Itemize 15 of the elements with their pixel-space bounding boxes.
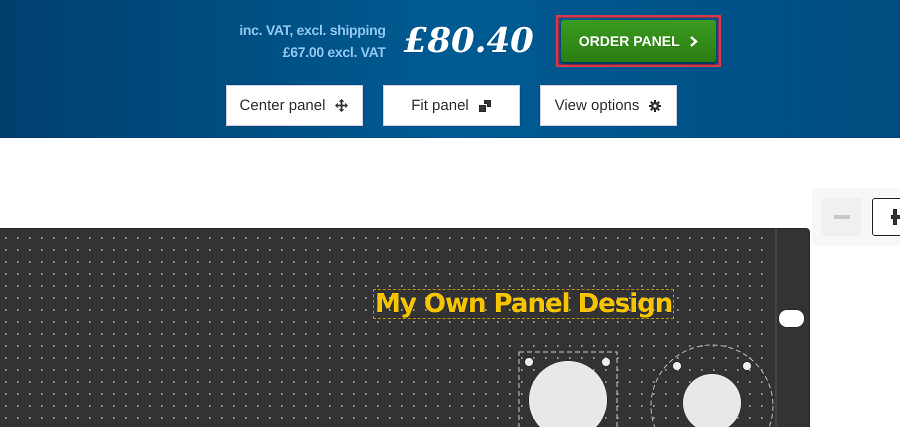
order-button[interactable]: ORDER PANEL	[560, 20, 716, 62]
toolbar-button[interactable]: View options	[540, 85, 676, 126]
toolbar-button[interactable]: Center panel	[226, 85, 362, 126]
plus-icon	[891, 209, 900, 225]
chevron-icon	[690, 36, 698, 46]
minus-icon	[834, 215, 850, 219]
price-excl-vat: £67.00 excl. VAT	[282, 44, 386, 60]
toolbar-button[interactable]: Fit panel	[382, 85, 520, 126]
move-icon	[335, 99, 348, 112]
price-note: inc. VAT, excl. shipping	[239, 22, 386, 38]
panel-title[interactable]: My Own Panel Design	[373, 289, 674, 319]
total-price: £80.40	[404, 21, 534, 61]
overlapping-squares-icon	[478, 100, 491, 112]
settings-icon	[649, 100, 662, 112]
zoom-in-button[interactable]	[872, 198, 900, 236]
